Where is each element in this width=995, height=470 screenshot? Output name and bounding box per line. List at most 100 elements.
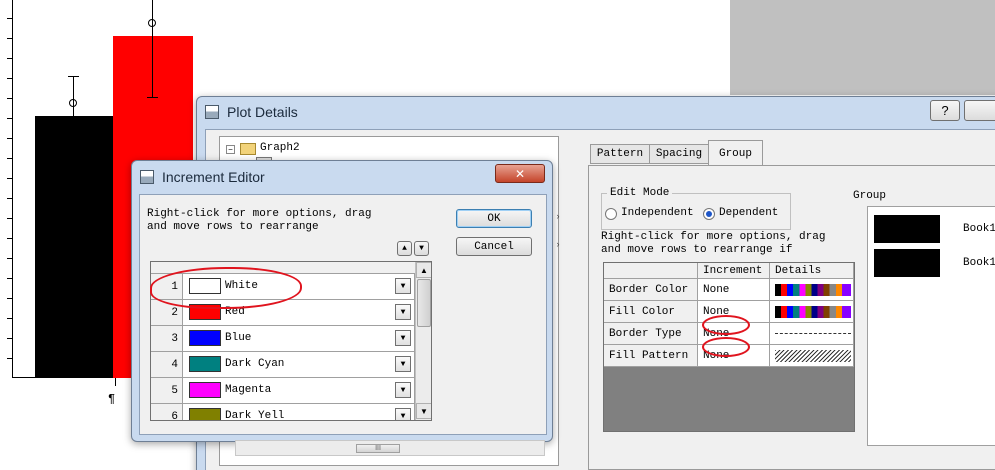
y-tick bbox=[7, 58, 13, 59]
close-icon[interactable]: ✕ bbox=[495, 164, 545, 183]
radio-dependent[interactable] bbox=[703, 208, 715, 220]
y-tick bbox=[7, 298, 13, 299]
tab-group[interactable]: Group bbox=[708, 140, 763, 166]
pattern-preview bbox=[775, 349, 851, 362]
group-item-swatch bbox=[874, 215, 940, 243]
row-number: 5 bbox=[151, 378, 183, 404]
ok-button[interactable]: OK bbox=[456, 209, 532, 228]
folder-icon bbox=[240, 143, 256, 155]
vertical-scrollbar[interactable]: ▲ ▼ bbox=[415, 262, 431, 420]
tree-collapse-icon[interactable]: − bbox=[226, 145, 235, 154]
annotation-circle bbox=[702, 315, 750, 335]
color-row-dark-cyan[interactable]: Dark Cyan ▼ bbox=[183, 352, 415, 378]
row-label-border-color[interactable]: Border Color bbox=[604, 279, 698, 301]
scroll-thumb[interactable] bbox=[417, 279, 431, 327]
color-swatch bbox=[189, 382, 221, 398]
error-bar bbox=[73, 76, 74, 146]
chevron-down-icon[interactable]: ▼ bbox=[395, 408, 411, 420]
move-up-button[interactable]: ▲ bbox=[397, 241, 412, 256]
black-bar[interactable] bbox=[35, 116, 113, 378]
chevron-down-icon[interactable]: ▼ bbox=[395, 356, 411, 372]
horizontal-scrollbar[interactable]: III bbox=[235, 440, 545, 456]
y-tick bbox=[7, 278, 13, 279]
table-header-blank bbox=[604, 263, 698, 279]
color-strip bbox=[775, 283, 851, 296]
editor-instruction-line-2: and move rows to rearrange bbox=[147, 221, 319, 233]
color-swatch bbox=[189, 356, 221, 372]
chevron-down-icon[interactable]: ▼ bbox=[395, 278, 411, 294]
app-icon bbox=[205, 105, 219, 119]
editor-instruction-line-1: Right-click for more options, drag bbox=[147, 208, 372, 220]
y-tick bbox=[7, 258, 13, 259]
tab-pattern[interactable]: Pattern bbox=[590, 144, 650, 164]
y-tick bbox=[7, 18, 13, 19]
group-list[interactable]: Book1_ Book1_ bbox=[867, 206, 995, 446]
tab-spacing[interactable]: Spacing bbox=[649, 144, 709, 164]
edit-mode-label: Edit Mode bbox=[607, 187, 673, 199]
increment-editor-title: Increment Editor bbox=[162, 169, 265, 185]
chevron-right-icon[interactable]: › bbox=[554, 212, 562, 221]
row-label-border-type[interactable]: Border Type bbox=[604, 323, 698, 345]
increment-editor-titlebar[interactable]: Increment Editor bbox=[132, 161, 552, 193]
help-button[interactable]: ? bbox=[930, 100, 960, 121]
row-details-fill-color[interactable] bbox=[770, 301, 854, 323]
move-down-button[interactable]: ▼ bbox=[414, 241, 429, 256]
row-label-fill-color[interactable]: Fill Color bbox=[604, 301, 698, 323]
increment-editor-window: Increment Editor ✕ Right-click for more … bbox=[131, 160, 553, 442]
y-tick bbox=[7, 158, 13, 159]
line-type-preview bbox=[775, 333, 851, 334]
app-icon bbox=[140, 170, 154, 184]
row-number: 3 bbox=[151, 326, 183, 352]
row-number: 6 bbox=[151, 404, 183, 420]
y-tick bbox=[7, 198, 13, 199]
annotation-circle bbox=[702, 337, 750, 357]
color-swatch bbox=[189, 330, 221, 346]
chevron-down-icon[interactable]: ▼ bbox=[395, 304, 411, 320]
chevron-down-icon[interactable]: ▼ bbox=[395, 382, 411, 398]
color-name: Magenta bbox=[225, 384, 272, 396]
annotation-circle bbox=[150, 267, 302, 309]
increment-editor-client: Right-click for more options, drag and m… bbox=[139, 194, 547, 435]
y-tick bbox=[7, 318, 13, 319]
y-tick bbox=[7, 118, 13, 119]
color-name: Dark Yell bbox=[225, 410, 285, 421]
group-item-label[interactable]: Book1_ bbox=[963, 223, 995, 235]
y-tick bbox=[7, 138, 13, 139]
radio-dependent-label[interactable]: Dependent bbox=[719, 207, 778, 219]
chevron-right-icon[interactable]: › bbox=[554, 240, 562, 249]
chevron-down-icon[interactable]: ▼ bbox=[395, 330, 411, 346]
close-button[interactable] bbox=[964, 100, 995, 121]
error-bar-cap bbox=[68, 76, 79, 77]
table-header-increment: Increment bbox=[698, 263, 770, 279]
row-number: 4 bbox=[151, 352, 183, 378]
y-tick bbox=[7, 78, 13, 79]
group-item-label[interactable]: Book1_ bbox=[963, 257, 995, 269]
color-swatch bbox=[189, 408, 221, 420]
cancel-button[interactable]: Cancel bbox=[456, 237, 532, 256]
row-increment-border-color[interactable]: None bbox=[698, 279, 770, 301]
plot-details-titlebar[interactable]: Plot Details bbox=[197, 97, 995, 127]
group-instruction-line-2: and move rows to rearrange if bbox=[601, 244, 793, 256]
color-row-magenta[interactable]: Magenta ▼ bbox=[183, 378, 415, 404]
color-row-blue[interactable]: Blue ▼ bbox=[183, 326, 415, 352]
radio-independent[interactable] bbox=[605, 208, 617, 220]
row-details-fill-pattern[interactable] bbox=[770, 345, 854, 367]
row-details-border-type[interactable] bbox=[770, 323, 854, 345]
scroll-up-icon[interactable]: ▲ bbox=[416, 262, 431, 278]
y-tick bbox=[7, 338, 13, 339]
y-tick bbox=[7, 238, 13, 239]
row-label-fill-pattern[interactable]: Fill Pattern bbox=[604, 345, 698, 367]
color-row-dark-yellow[interactable]: Dark Yell ▼ bbox=[183, 404, 415, 421]
y-tick bbox=[7, 38, 13, 39]
scroll-thumb[interactable]: III bbox=[356, 444, 400, 453]
y-tick bbox=[7, 218, 13, 219]
color-strip bbox=[775, 305, 851, 318]
scroll-down-icon[interactable]: ▼ bbox=[416, 403, 431, 419]
color-name: Blue bbox=[225, 332, 252, 344]
y-tick bbox=[7, 178, 13, 179]
row-details-border-color[interactable] bbox=[770, 279, 854, 301]
radio-independent-label[interactable]: Independent bbox=[621, 207, 694, 219]
tree-item-graph2[interactable]: Graph2 bbox=[260, 142, 300, 154]
group-list-label: Group bbox=[853, 190, 887, 202]
tab-page-group: Edit Mode Independent Dependent Right-cl… bbox=[588, 165, 995, 470]
